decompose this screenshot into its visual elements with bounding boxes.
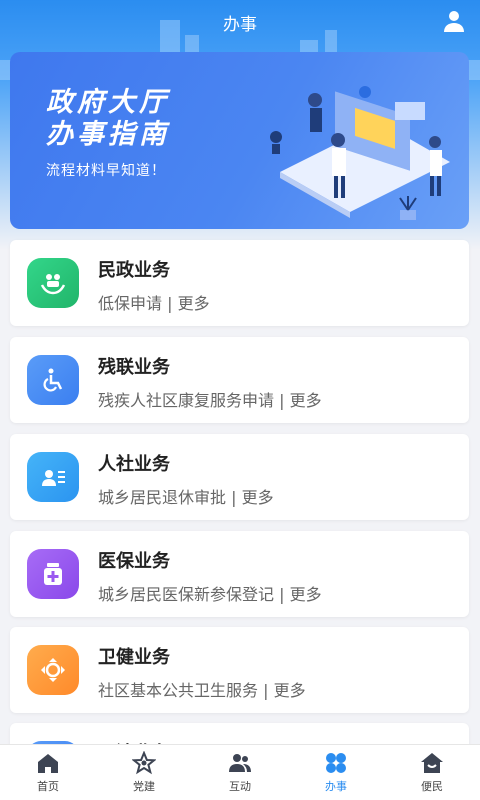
service-card-disabled-federation[interactable]: 残联业务 残疾人社区康复服务申请 | 更多	[10, 337, 469, 423]
bottom-tab-bar: 首页 党建 互动 办事 便民	[0, 744, 480, 800]
tab-label: 互动	[229, 780, 251, 793]
health-cross-icon	[27, 645, 79, 695]
card-subtitle: 城乡居民医保新参保登记 | 更多	[98, 585, 322, 604]
card-subtitle: 城乡居民退休审批 | 更多	[98, 488, 274, 507]
tab-home[interactable]: 首页	[0, 745, 96, 800]
tab-label: 便民	[421, 780, 443, 793]
tab-party[interactable]: 党建	[96, 745, 192, 800]
card-title: 人社业务	[98, 454, 170, 475]
tab-services[interactable]: 办事	[288, 745, 384, 800]
laptop-people-illustration	[270, 86, 450, 220]
card-title: 卫健业务	[98, 647, 170, 668]
service-card-human-resources[interactable]: 人社业务 城乡居民退休审批 | 更多	[10, 434, 469, 520]
grid-flower-icon	[326, 753, 346, 773]
tab-convenience[interactable]: 便民	[384, 745, 480, 800]
page-title: 办事	[223, 14, 257, 35]
tab-label: 办事	[325, 780, 347, 793]
family-hands-icon	[27, 258, 79, 308]
service-card-health[interactable]: 卫健业务 社区基本公共卫生服务 | 更多	[10, 627, 469, 713]
banner-subtitle: 流程材料早知道！	[46, 163, 166, 179]
card-title: 残联业务	[98, 357, 170, 378]
party-star-icon	[132, 751, 156, 775]
card-subtitle: 残疾人社区康复服务申请 | 更多	[98, 391, 322, 410]
house-smile-icon	[421, 753, 443, 773]
banner-title-line2: 办事指南	[46, 119, 170, 150]
card-subtitle: 社区基本公共卫生服务 | 更多	[98, 681, 306, 700]
user-icon[interactable]	[442, 9, 466, 33]
service-card-civil-affairs[interactable]: 民政业务 低保申请 | 更多	[10, 240, 469, 326]
card-title: 民政业务	[98, 260, 170, 281]
tab-label: 党建	[133, 780, 155, 793]
home-icon	[38, 754, 58, 773]
guide-banner[interactable]: 政府大厅 办事指南 流程材料早知道！	[10, 52, 469, 229]
people-icon	[229, 754, 251, 772]
card-title: 医保业务	[98, 551, 170, 572]
tab-label: 首页	[37, 780, 59, 793]
service-card-medical-insurance[interactable]: 医保业务 城乡居民医保新参保登记 | 更多	[10, 531, 469, 617]
wheelchair-icon	[27, 355, 79, 405]
tab-interact[interactable]: 互动	[192, 745, 288, 800]
card-subtitle: 低保申请 | 更多	[98, 294, 210, 313]
id-card-icon	[27, 452, 79, 502]
medicine-bottle-icon	[27, 549, 79, 599]
top-bar: 办事	[0, 0, 480, 44]
